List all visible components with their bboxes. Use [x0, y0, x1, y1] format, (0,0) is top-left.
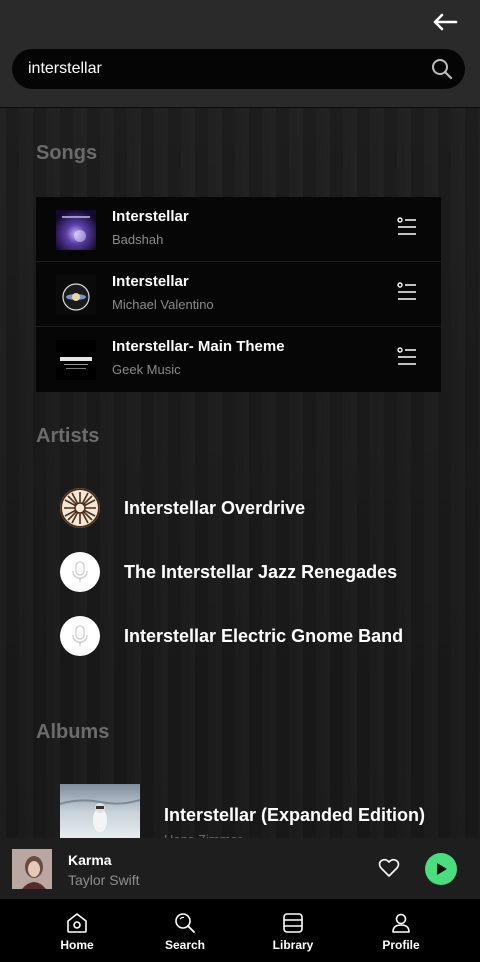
song-artist: Badshah [112, 232, 164, 247]
album-art [56, 275, 96, 315]
tab-library[interactable]: Library [239, 899, 347, 962]
song-row[interactable]: Interstellar Badshah [36, 197, 441, 262]
song-artist: Geek Music [112, 362, 181, 377]
now-playing-art [12, 849, 52, 889]
artist-name: Interstellar Electric Gnome Band [124, 625, 404, 646]
artist-avatar [60, 552, 100, 592]
now-playing-bar[interactable]: Karma Taylor Swift [0, 838, 480, 899]
add-to-queue-icon[interactable] [397, 347, 417, 367]
songs-heading: Songs [36, 142, 98, 164]
tab-bar: Home Search Library Profile [0, 899, 480, 962]
album-art [60, 784, 140, 840]
profile-icon [392, 913, 410, 933]
album-row[interactable]: Interstellar (Expanded Edition) Hans Zim… [60, 784, 460, 847]
add-to-queue-icon[interactable] [397, 282, 417, 302]
artists-heading: Artists [36, 425, 100, 447]
microphone-icon [72, 625, 88, 646]
search-icon [175, 913, 195, 933]
artist-avatar [60, 616, 100, 656]
album-art [56, 340, 96, 380]
song-title: Interstellar- Main Theme [112, 338, 285, 355]
search-input[interactable] [28, 60, 418, 78]
artist-row[interactable]: Interstellar Overdrive [60, 488, 460, 528]
search-bar[interactable] [12, 49, 465, 89]
back-button[interactable] [430, 8, 460, 36]
heart-icon[interactable] [378, 858, 400, 878]
now-playing-title: Karma [68, 852, 112, 868]
arrow-left-icon [433, 13, 458, 31]
tab-search[interactable]: Search [131, 899, 239, 962]
album-title: Interstellar (Expanded Edition) [164, 805, 426, 825]
library-icon [283, 913, 303, 933]
albums-heading: Albums [36, 721, 110, 743]
tab-profile[interactable]: Profile [347, 899, 455, 962]
tab-label: Home [60, 938, 94, 952]
songs-list: Interstellar Badshah Interstellar Michae… [36, 197, 441, 392]
artist-name: The Interstellar Jazz Renegades [124, 561, 398, 582]
microphone-icon [72, 561, 88, 582]
artist-avatar [60, 488, 100, 528]
play-button[interactable] [425, 853, 457, 885]
home-icon [67, 913, 87, 933]
add-to-queue-icon[interactable] [397, 217, 417, 237]
song-title: Interstellar [112, 273, 189, 290]
sunburst-logo-icon [60, 488, 100, 528]
song-row[interactable]: Interstellar- Main Theme Geek Music [36, 327, 441, 392]
album-art [56, 210, 96, 250]
tab-label: Profile [382, 938, 420, 952]
tab-label: Search [164, 938, 206, 952]
header [0, 0, 480, 108]
tab-home[interactable]: Home [23, 899, 131, 962]
artist-row[interactable]: The Interstellar Jazz Renegades [60, 552, 460, 592]
play-icon [437, 863, 447, 875]
song-row[interactable]: Interstellar Michael Valentino [36, 262, 441, 327]
song-artist: Michael Valentino [112, 297, 214, 312]
now-playing-artist: Taylor Swift [68, 872, 140, 888]
tab-label: Library [272, 938, 314, 952]
artist-row[interactable]: Interstellar Electric Gnome Band [60, 616, 460, 656]
song-title: Interstellar [112, 208, 189, 225]
artist-name: Interstellar Overdrive [124, 497, 306, 518]
search-icon[interactable] [431, 58, 453, 80]
